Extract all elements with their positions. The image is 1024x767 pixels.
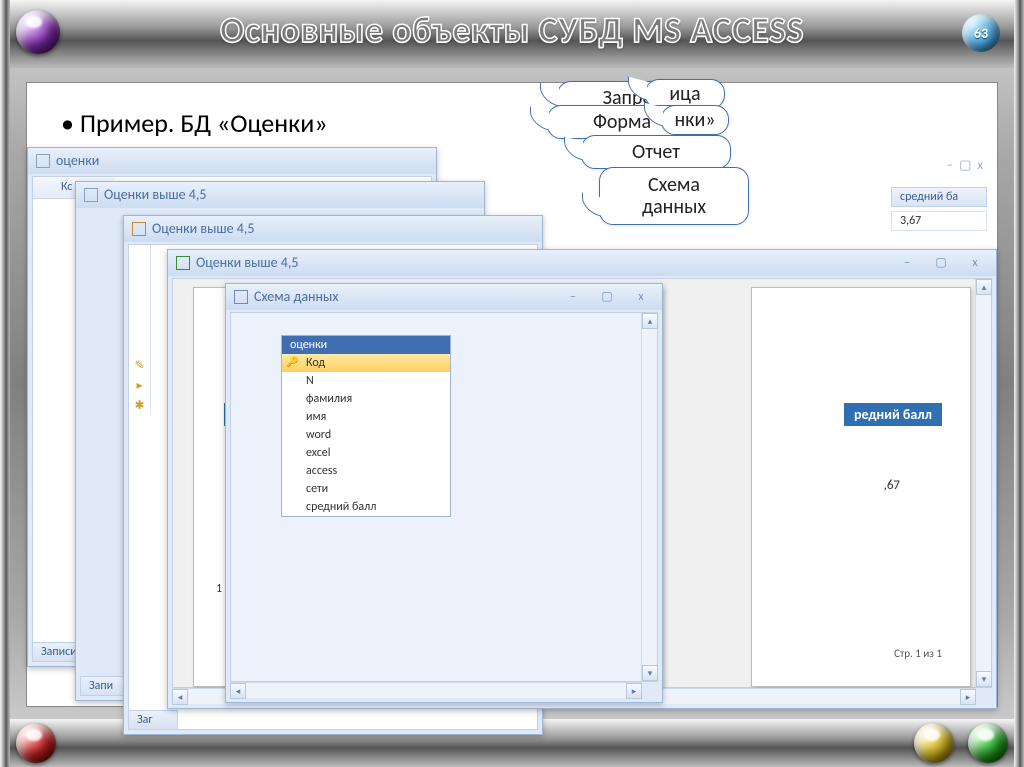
- col-header-avg-label: средний ба: [900, 190, 958, 204]
- schema-table-box[interactable]: оценки Код N фамилия имя word excel acce…: [281, 335, 451, 517]
- row-marker-spacer: [129, 265, 151, 355]
- schema-close[interactable]: x: [628, 289, 654, 305]
- schema-field-6[interactable]: access: [282, 462, 450, 480]
- report-value: ,67: [884, 478, 900, 493]
- scroll-left-icon[interactable]: ◂: [172, 689, 188, 705]
- window-schema-body[interactable]: оценки Код N фамилия имя word excel acce…: [230, 312, 658, 682]
- schema-maximize[interactable]: ▢: [594, 289, 620, 305]
- report-strip-right: редний балл: [844, 403, 942, 426]
- bubble-name-frag-label: нки»: [674, 108, 715, 132]
- schema-scroll-right-icon[interactable]: ▸: [626, 683, 642, 699]
- window-query-title: Оценки выше 4,5: [104, 182, 206, 208]
- window-form-status: Заг: [128, 710, 178, 730]
- window-form-titlebar[interactable]: Оценки выше 4,5: [124, 216, 542, 242]
- col-cell-avg: 3,67: [891, 211, 987, 231]
- window-table-title: оценки: [56, 148, 99, 174]
- schema-field-7[interactable]: сети: [282, 480, 450, 498]
- col-cell-avg-value: 3,67: [900, 214, 921, 228]
- bubble-report-label: Отчет: [632, 140, 680, 164]
- bubble-schema-l1: Схема: [610, 174, 738, 196]
- table-icon: [36, 154, 50, 168]
- report-page-right: редний балл ,67 Стр. 1 из 1: [751, 287, 971, 687]
- bg-window-controls: – ▢ x: [947, 158, 983, 173]
- maximize-icon[interactable]: ▢: [959, 158, 971, 173]
- schema-icon: [234, 290, 248, 304]
- sphere-green[interactable]: [968, 723, 1008, 763]
- bullet-example: Пример. БД «Оценки»: [61, 107, 328, 139]
- content-area: Пример. БД «Оценки» Запрос ица Форма нки…: [26, 82, 998, 707]
- schema-scroll-h[interactable]: ◂ ▸: [230, 682, 642, 698]
- row-marker-cur: ▸: [129, 375, 151, 395]
- bubble-name-frag: нки»: [661, 105, 729, 135]
- row-marker-1: [129, 245, 151, 265]
- schema-field-4[interactable]: word: [282, 426, 450, 444]
- form-icon: [132, 222, 146, 236]
- window-report-titlebar[interactable]: Оценки выше 4,5 – ▢ x: [168, 250, 996, 276]
- query-icon: [84, 188, 98, 202]
- report-maximize[interactable]: ▢: [928, 255, 954, 271]
- frame-right: [1014, 0, 1024, 767]
- schema-scroll-down-icon[interactable]: ▾: [642, 665, 658, 681]
- window-table-titlebar[interactable]: оценки: [28, 148, 436, 174]
- report-close[interactable]: x: [962, 255, 988, 271]
- bubble-schema: Схема данных: [599, 167, 749, 225]
- schema-field-5[interactable]: excel: [282, 444, 450, 462]
- schema-field-3[interactable]: имя: [282, 408, 450, 426]
- sphere-yellow[interactable]: [914, 723, 954, 763]
- bubble-report: Отчет: [581, 135, 731, 169]
- bubble-form-label: Форма: [593, 110, 651, 134]
- schema-field-key[interactable]: Код: [282, 354, 450, 372]
- window-schema-title: Схема данных: [254, 284, 338, 310]
- row-marker-edit: ✎: [129, 355, 151, 375]
- report-scroll-v[interactable]: ▴ ▾: [975, 279, 991, 687]
- window-schema: Схема данных – ▢ x оценки Код N фамилия …: [225, 283, 663, 703]
- row-marker-new: ✱: [129, 395, 151, 415]
- schema-minimize[interactable]: –: [560, 289, 586, 305]
- schema-scroll-left-icon[interactable]: ◂: [230, 683, 246, 699]
- schema-scroll-v[interactable]: ▴ ▾: [641, 313, 657, 681]
- col-header-avg: средний ба: [891, 187, 987, 207]
- schema-scroll-up-icon[interactable]: ▴: [642, 313, 658, 329]
- scroll-up-icon[interactable]: ▴: [976, 279, 992, 295]
- report-num-one: 1: [216, 582, 222, 596]
- sphere-red[interactable]: [16, 723, 56, 763]
- scroll-down-icon[interactable]: ▾: [976, 671, 992, 687]
- close-icon[interactable]: x: [977, 158, 983, 173]
- window-report-title: Оценки выше 4,5: [196, 250, 298, 276]
- schema-field-8[interactable]: средний балл: [282, 498, 450, 516]
- schema-table-name: оценки: [282, 336, 450, 354]
- frame-left: [0, 0, 10, 767]
- row-selector-head: [33, 177, 55, 199]
- window-schema-titlebar[interactable]: Схема данных – ▢ x: [226, 284, 662, 310]
- report-page-num: Стр. 1 из 1: [894, 647, 942, 660]
- report-minimize[interactable]: –: [894, 255, 920, 271]
- scroll-right-icon[interactable]: ▸: [960, 689, 976, 705]
- bubble-schema-l2: данных: [610, 196, 738, 218]
- minimize-icon[interactable]: –: [947, 158, 953, 173]
- schema-field-2[interactable]: фамилия: [282, 390, 450, 408]
- slide-title: Основные объекты СУБД MS ACCESS: [0, 8, 1024, 52]
- bubble-table-frag-label: ица: [669, 82, 700, 106]
- report-icon: [176, 256, 190, 270]
- window-query-titlebar[interactable]: Оценки выше 4,5: [76, 182, 484, 208]
- window-form-title: Оценки выше 4,5: [152, 216, 254, 242]
- schema-field-1[interactable]: N: [282, 372, 450, 390]
